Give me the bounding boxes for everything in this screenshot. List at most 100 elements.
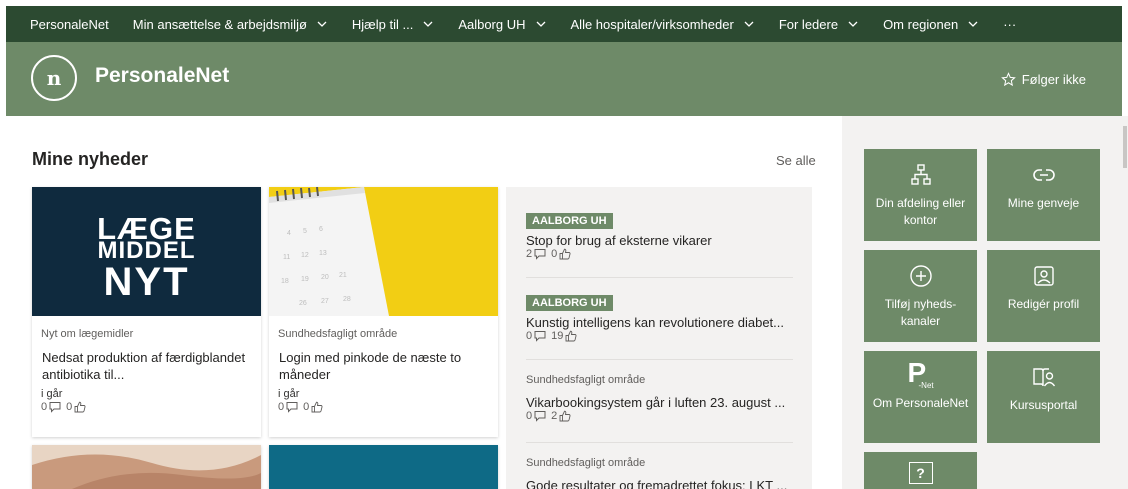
news-list-item[interactable]: AALBORG UH Kunstig intelligens kan revol…	[526, 293, 793, 342]
tile-label: Tilføj nyheds-kanaler	[884, 297, 957, 328]
tile-label: Mine genveje	[1007, 196, 1080, 210]
add-circle-icon	[909, 264, 933, 288]
quick-link-mine-genveje[interactable]: Mine genveje	[987, 149, 1100, 241]
like-count: 0	[303, 401, 310, 413]
tile-label: Kursusportal	[1009, 398, 1078, 412]
svg-text:26: 26	[299, 300, 307, 307]
chevron-down-icon	[847, 18, 859, 30]
news-list-title[interactable]: Vikarbookingsystem går i luften 23. augu…	[526, 395, 793, 410]
comment-icon	[534, 331, 546, 342]
comment-count: 0	[41, 401, 48, 413]
news-badge: AALBORG UH	[526, 295, 613, 311]
svg-text:28: 28	[343, 296, 351, 303]
see-all-link[interactable]: Se alle	[776, 153, 816, 168]
chevron-down-icon	[316, 18, 328, 30]
quick-link-kursusportal[interactable]: Kursusportal	[987, 351, 1100, 443]
news-list-title[interactable]: Stop for brug af eksterne vikarer	[526, 233, 793, 248]
main-content: Mine nyheder Se alle LÆGE MIDDEL NYT Nyt…	[6, 116, 842, 489]
svg-text:13: 13	[319, 250, 327, 257]
nav-item-alle-hospitaler[interactable]: Alle hospitaler/virksomheder	[571, 17, 755, 32]
question-icon: ?	[908, 462, 933, 484]
p-net-icon: P -Net	[906, 357, 936, 391]
news-card-image: 4 5 6 11 12 13 18 19 20 21 26 27 28	[269, 187, 498, 316]
comment-count: 0	[278, 401, 285, 413]
like-count: 19	[551, 330, 564, 342]
p-net-icon-subtext: -Net	[918, 381, 934, 390]
site-title[interactable]: PersonaleNet	[95, 64, 229, 88]
nav-more-button[interactable]: ···	[1003, 17, 1016, 32]
like-icon	[559, 248, 571, 260]
follow-button[interactable]: Følger ikke	[1000, 72, 1086, 87]
image-icon	[1032, 264, 1056, 288]
nav-item-label: Hjælp til ...	[351, 16, 414, 32]
news-card-image-partial[interactable]	[32, 445, 261, 489]
top-navigation: PersonaleNet Min ansættelse & arbejdsmil…	[6, 6, 1122, 42]
follow-label: Følger ikke	[1021, 72, 1086, 87]
nav-item-label: Min ansættelse & arbejdsmiljø	[132, 16, 307, 32]
news-list: AALBORG UH Stop for brug af eksterne vik…	[506, 187, 812, 489]
news-list-item[interactable]: Sundhedsfagligt område Vikarbookingsyste…	[526, 374, 793, 422]
news-card-headline[interactable]: Login med pinkode de næste to måneder	[279, 349, 484, 383]
news-card-headline[interactable]: Nedsat produktion af færdigblandet antib…	[42, 349, 247, 383]
news-list-item[interactable]: Sundhedsfagligt område Gode resultater o…	[526, 457, 793, 489]
comment-icon	[49, 402, 61, 413]
news-card-time: i går	[278, 388, 300, 400]
star-icon	[1000, 72, 1016, 87]
news-card-counts: 0 0	[41, 401, 91, 413]
news-list-category: Sundhedsfagligt område	[526, 374, 646, 386]
news-card[interactable]: LÆGE MIDDEL NYT Nyt om lægemidler Nedsat…	[32, 187, 261, 437]
quick-link-help[interactable]: ?	[864, 452, 977, 489]
svg-text:5: 5	[303, 228, 307, 235]
book-person-icon	[1032, 365, 1056, 389]
comment-icon	[534, 411, 546, 422]
nav-item-hjaelp-til[interactable]: Hjælp til ...	[352, 17, 434, 32]
svg-text:27: 27	[321, 298, 329, 305]
site-header: n PersonaleNet Følger ikke	[6, 42, 1122, 116]
org-chart-icon	[909, 163, 933, 187]
tile-label: Redigér profil	[1007, 297, 1080, 311]
like-icon	[311, 401, 323, 413]
chevron-down-icon	[967, 18, 979, 30]
like-count: 0	[551, 248, 558, 260]
svg-text:20: 20	[321, 274, 329, 281]
link-icon	[1032, 163, 1056, 187]
nav-item-aalborg-uh[interactable]: Aalborg UH	[458, 17, 546, 32]
logo-text: n	[46, 66, 62, 90]
quick-link-din-afdeling[interactable]: Din afdeling eller kontor	[864, 149, 977, 241]
like-icon	[559, 410, 571, 422]
site-logo[interactable]: n	[31, 55, 77, 101]
news-card-category: Sundhedsfagligt område	[278, 328, 398, 340]
news-card-image-partial[interactable]	[269, 445, 498, 489]
quick-link-om-personalenet[interactable]: P -Net Om PersonaleNet	[864, 351, 977, 443]
news-list-title[interactable]: Gode resultater og fremadrettet fokus: L…	[526, 478, 793, 489]
nav-item-label: Om regionen	[883, 16, 959, 32]
news-card-category: Nyt om lægemidler	[41, 328, 134, 340]
nav-item-for-ledere[interactable]: For ledere	[779, 17, 859, 32]
nav-item-label: PersonaleNet	[30, 16, 109, 32]
nav-item-personalenet[interactable]: PersonaleNet	[30, 17, 109, 32]
comment-icon	[534, 249, 546, 260]
like-count: 0	[66, 401, 73, 413]
news-card-image: LÆGE MIDDEL NYT	[32, 187, 261, 316]
nav-item-om-regionen[interactable]: Om regionen	[883, 17, 979, 32]
page-scrollbar[interactable]	[1122, 116, 1128, 489]
chevron-down-icon	[743, 18, 755, 30]
calendar-illustration: 4 5 6 11 12 13 18 19 20 21 26 27 28	[269, 187, 389, 316]
svg-text:6: 6	[319, 226, 323, 233]
news-list-counts: 0 19	[526, 330, 793, 342]
quick-link-tilfoej-nyhedskanaler[interactable]: Tilføj nyheds-kanaler	[864, 250, 977, 342]
news-list-item[interactable]: AALBORG UH Stop for brug af eksterne vik…	[526, 211, 793, 260]
scrollbar-thumb[interactable]	[1123, 126, 1127, 168]
news-list-counts: 2 0	[526, 248, 793, 260]
image-text: NYT	[103, 260, 190, 304]
svg-text:12: 12	[301, 252, 309, 259]
svg-text:11: 11	[283, 254, 290, 261]
news-list-title[interactable]: Kunstig intelligens kan revolutionere di…	[526, 315, 793, 330]
comment-count: 0	[526, 410, 533, 422]
comment-count: 0	[526, 330, 533, 342]
news-card[interactable]: 4 5 6 11 12 13 18 19 20 21 26 27 28 Sundhedsfagli…	[269, 187, 498, 437]
quick-link-rediger-profil[interactable]: Redigér profil	[987, 250, 1100, 342]
nav-item-min-ansaettelse[interactable]: Min ansættelse & arbejdsmiljø	[133, 17, 328, 32]
svg-text:19: 19	[301, 276, 309, 283]
chevron-down-icon	[422, 18, 434, 30]
